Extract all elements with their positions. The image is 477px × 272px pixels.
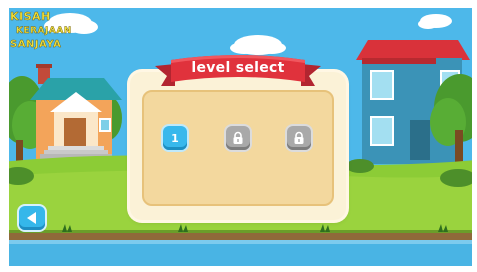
title-line-3: SANJAYA [10,39,62,50]
frame-left [0,0,9,272]
panel-title: level select [191,60,285,76]
title-line-1: KISAH [10,10,51,23]
frame-bottom [0,266,477,272]
lock-icon [233,131,243,144]
riverbank [0,232,477,240]
title-line-2: KERAJAAN [16,26,72,36]
level-2-button-locked[interactable] [226,126,250,150]
level-3-button-locked[interactable] [287,126,311,150]
game-title-logo: KISAH KERAJAAN SANJAYA [10,10,100,66]
back-button[interactable] [19,206,45,230]
back-arrow-icon [27,212,36,224]
lock-icon [294,131,304,144]
frame-top [0,0,477,8]
level-1-label: 1 [171,131,179,145]
game-scene: KISAH KERAJAAN SANJAYA level select 1 [0,0,477,272]
frame-right [472,0,477,272]
level-select-banner: level select [155,52,321,92]
level-1-button[interactable]: 1 [163,126,187,150]
